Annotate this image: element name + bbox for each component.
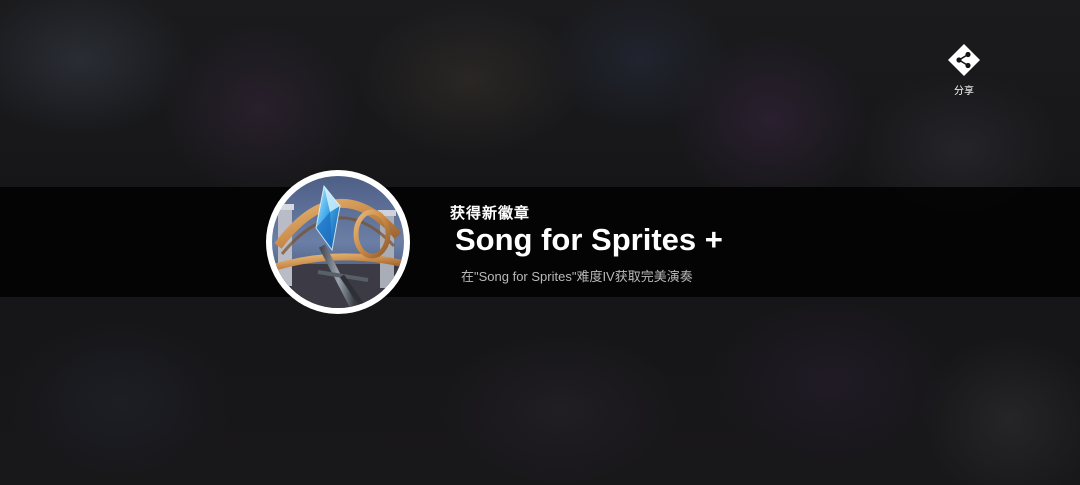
badge-emblem (266, 170, 410, 314)
share-label: 分享 (954, 86, 974, 97)
crystal-staff-badge-image (272, 176, 404, 308)
share-icon (948, 44, 980, 76)
new-badge-heading: 获得新徽章 (450, 204, 531, 222)
badge-description: 在"Song for Sprites"难度IV获取完美演奏 (461, 269, 693, 284)
share-button[interactable]: 分享 (938, 38, 990, 98)
badge-title: Song for Sprites + (455, 222, 723, 257)
